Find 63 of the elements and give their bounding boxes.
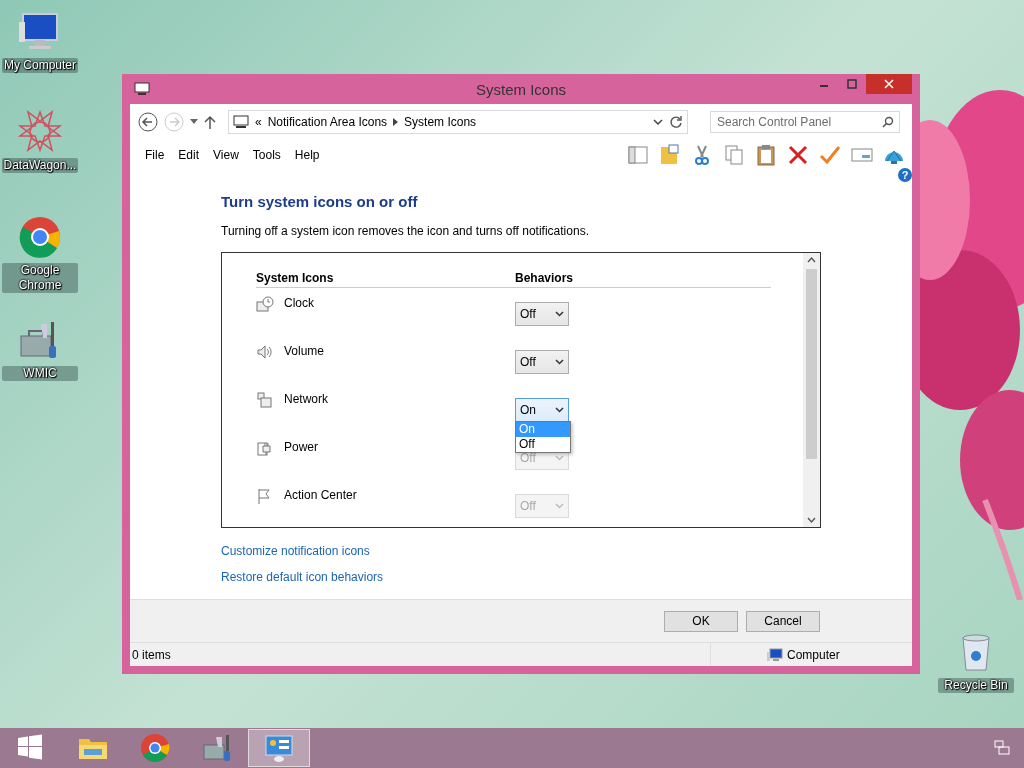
refresh-icon[interactable]: [669, 115, 683, 129]
chevron-down-icon[interactable]: [653, 118, 663, 126]
pane-icon[interactable]: [626, 143, 650, 167]
system-icon-name: Volume: [284, 344, 325, 358]
breadcrumb-item[interactable]: Notification Area Icons: [267, 115, 388, 129]
page-heading: Turn system icons on or off: [221, 192, 418, 212]
status-location: Computer: [787, 647, 840, 662]
clipboard-icon[interactable]: [754, 143, 778, 167]
star-icon[interactable]: [17, 110, 63, 154]
window-title: System Icons: [476, 81, 566, 98]
chrome-icon: [140, 733, 170, 763]
dialog-button[interactable]: Cancel: [746, 610, 820, 632]
behavior-dropdown[interactable]: Off: [515, 350, 569, 374]
dialog-button[interactable]: OK: [664, 610, 738, 632]
network-icon: [256, 392, 274, 409]
search-field[interactable]: Search Control Panel: [710, 111, 900, 133]
network-icon[interactable]: [994, 740, 1010, 756]
breadcrumb-overflow[interactable]: «: [255, 115, 262, 129]
caret-icon[interactable]: [555, 359, 564, 365]
control-panel-icon: [264, 733, 294, 763]
taskbar-button[interactable]: [248, 729, 310, 767]
menu-item[interactable]: File: [138, 148, 172, 162]
menu-item[interactable]: View: [206, 148, 246, 162]
scroll-thumb[interactable]: [806, 269, 817, 459]
folder-icon[interactable]: [658, 143, 682, 167]
tools-icon: [202, 733, 232, 763]
menu-item[interactable]: Edit: [171, 148, 207, 162]
link[interactable]: Restore default icon behaviors: [221, 570, 384, 584]
caret-icon[interactable]: [555, 311, 564, 317]
status-item-count: 0 items: [131, 647, 172, 662]
caret-icon[interactable]: [555, 407, 564, 413]
system-icon-name: Action Center: [284, 488, 357, 502]
scrollbar[interactable]: [803, 253, 820, 527]
clock-icon: [256, 296, 274, 313]
volume-icon: [256, 344, 274, 361]
menu-item[interactable]: Help: [287, 148, 327, 162]
back-icon[interactable]: [138, 112, 158, 132]
computer-icon: [134, 82, 150, 96]
checkmark-icon[interactable]: [818, 143, 842, 167]
close-icon: [884, 79, 894, 89]
computer-icon: [767, 647, 783, 662]
address-bar[interactable]: « Notification Area Icons System Icons: [228, 110, 688, 134]
chevron-icon[interactable]: [393, 118, 399, 126]
breadcrumb-item[interactable]: System Icons: [404, 115, 477, 129]
description-text: Turning off a system icon removes the icon and turns off notifications.: [221, 224, 589, 238]
search-icon: [882, 116, 894, 128]
chrome-icon[interactable]: [17, 215, 63, 259]
caret-icon[interactable]: [190, 119, 198, 125]
up-arrow-icon[interactable]: [204, 115, 216, 129]
delete-icon[interactable]: [786, 143, 810, 167]
system-icon-name: Clock: [284, 296, 314, 310]
close-button[interactable]: [866, 74, 912, 94]
link[interactable]: Customize notification icons: [221, 544, 384, 558]
help-button[interactable]: ?: [898, 168, 912, 182]
power-icon: [256, 440, 274, 457]
menu-item[interactable]: Tools: [245, 148, 288, 162]
system-icon-name: Power: [284, 440, 318, 454]
system-icon-name: Network: [284, 392, 328, 406]
column-header: System Icons: [256, 271, 335, 285]
column-header: Behaviors: [515, 271, 574, 285]
behavior-dropdown[interactable]: Off: [515, 302, 569, 326]
computer-icon: [233, 115, 249, 129]
maximize-icon: [847, 79, 857, 89]
